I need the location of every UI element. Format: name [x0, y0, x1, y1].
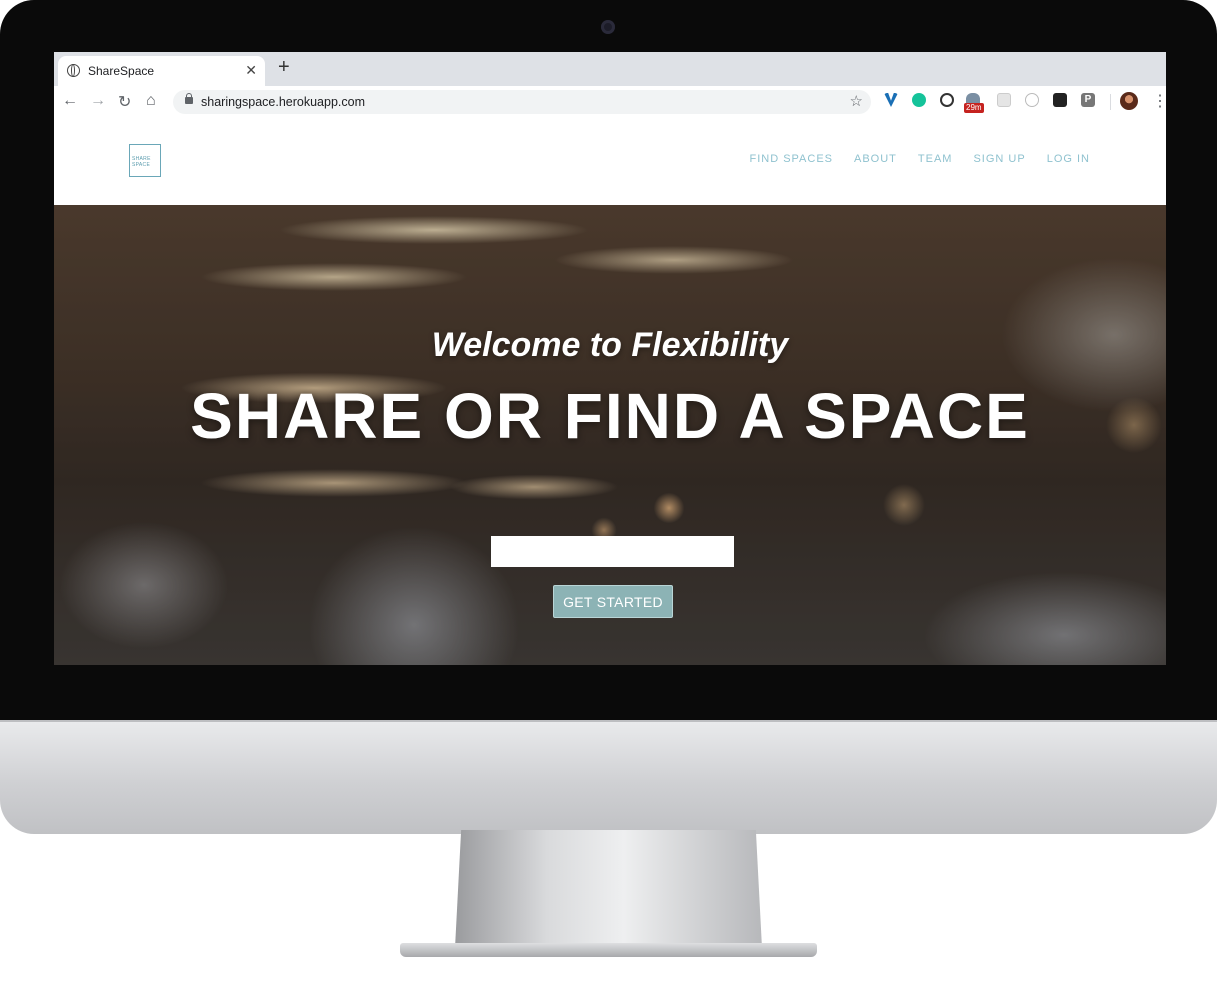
webcam	[601, 20, 615, 34]
monitor-stand-foot	[400, 943, 817, 957]
timer-badge: 29m	[964, 103, 984, 113]
back-button[interactable]: ←	[62, 92, 78, 110]
screen: ShareSpace ✕ + ← → ↻ ⌂ sharingspace.hero…	[54, 52, 1166, 665]
get-started-button[interactable]: GET STARTED	[553, 585, 673, 618]
tab-title: ShareSpace	[88, 64, 155, 78]
nav-sign-up[interactable]: SIGN UP	[973, 153, 1025, 165]
sharespace-logo[interactable]: SHARE SPACE	[129, 144, 161, 177]
site-header: SHARE SPACE FIND SPACES ABOUT TEAM SIGN …	[54, 118, 1166, 205]
nav-log-in[interactable]: LOG IN	[1047, 153, 1090, 165]
nav-about[interactable]: ABOUT	[854, 153, 897, 165]
main-nav: FIND SPACES ABOUT TEAM SIGN UP LOG IN	[749, 153, 1090, 165]
monitor-stand-neck	[455, 830, 762, 948]
reload-button[interactable]: ↻	[118, 92, 131, 112]
forward-button[interactable]: →	[90, 92, 106, 110]
onepassword-extension-icon[interactable]	[940, 93, 954, 107]
clock-extension-icon[interactable]	[1025, 93, 1039, 107]
nav-find-spaces[interactable]: FIND SPACES	[749, 153, 833, 165]
new-tab-button[interactable]: +	[278, 56, 290, 79]
grid-extension-icon[interactable]	[997, 93, 1011, 107]
vimeo-extension-icon[interactable]	[884, 93, 898, 107]
globe-icon	[67, 64, 80, 77]
location-search-input[interactable]	[491, 536, 734, 567]
p-extension-icon[interactable]: P	[1081, 93, 1095, 107]
url-text: sharingspace.herokuapp.com	[201, 95, 365, 109]
close-tab-icon[interactable]: ✕	[245, 62, 257, 79]
home-button[interactable]: ⌂	[146, 92, 156, 110]
hero-section: Welcome to Flexibility SHARE OR FIND A S…	[54, 205, 1166, 665]
tab-bar: ShareSpace ✕ +	[54, 52, 1166, 86]
browser-tab[interactable]: ShareSpace ✕	[58, 56, 265, 86]
logo-line-2: SPACE	[132, 162, 151, 168]
hero-headline: SHARE OR FIND A SPACE	[190, 380, 1030, 452]
camera-extension-icon[interactable]	[1053, 93, 1067, 107]
monitor-chin	[0, 720, 1217, 834]
profile-avatar[interactable]	[1120, 92, 1138, 110]
address-bar[interactable]: sharingspace.herokuapp.com ☆	[173, 90, 871, 114]
browser-toolbar: ← → ↻ ⌂ sharingspace.herokuapp.com ☆ 29m…	[54, 86, 1166, 119]
hero-welcome-text: Welcome to Flexibility	[431, 326, 789, 364]
toolbar-separator	[1110, 94, 1111, 110]
browser-menu-icon[interactable]: ⋮	[1152, 91, 1166, 111]
bookmark-star-icon[interactable]: ☆	[850, 92, 863, 110]
lock-icon	[185, 93, 193, 104]
grammarly-extension-icon[interactable]	[912, 93, 926, 107]
nav-team[interactable]: TEAM	[918, 153, 953, 165]
